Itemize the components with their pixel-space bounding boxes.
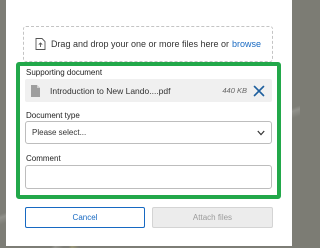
file-name: Introduction to New Lando....pdf	[50, 85, 171, 96]
document-type-select[interactable]: Please select...	[25, 121, 272, 144]
document-type-label: Document type	[26, 111, 80, 120]
document-type-value: Please select...	[32, 128, 87, 137]
comment-label: Comment	[26, 154, 61, 163]
browse-link[interactable]: browse	[232, 39, 261, 49]
attached-file-row: Introduction to New Lando....pdf 440 KB	[25, 79, 272, 102]
chevron-down-icon	[257, 130, 265, 136]
supporting-document-label: Supporting document	[26, 68, 103, 77]
file-size: 440 KB	[222, 86, 247, 95]
comment-input[interactable]	[25, 165, 272, 189]
dropzone-text: Drag and drop your one or more files her…	[50, 39, 230, 49]
close-icon[interactable]	[253, 85, 265, 97]
upload-file-icon	[35, 38, 46, 50]
document-icon	[31, 84, 40, 97]
cancel-button[interactable]: Cancel	[25, 207, 145, 228]
file-dropzone[interactable]: Drag and drop your one or more files her…	[23, 26, 273, 62]
attach-files-button[interactable]: Attach files	[152, 207, 273, 228]
